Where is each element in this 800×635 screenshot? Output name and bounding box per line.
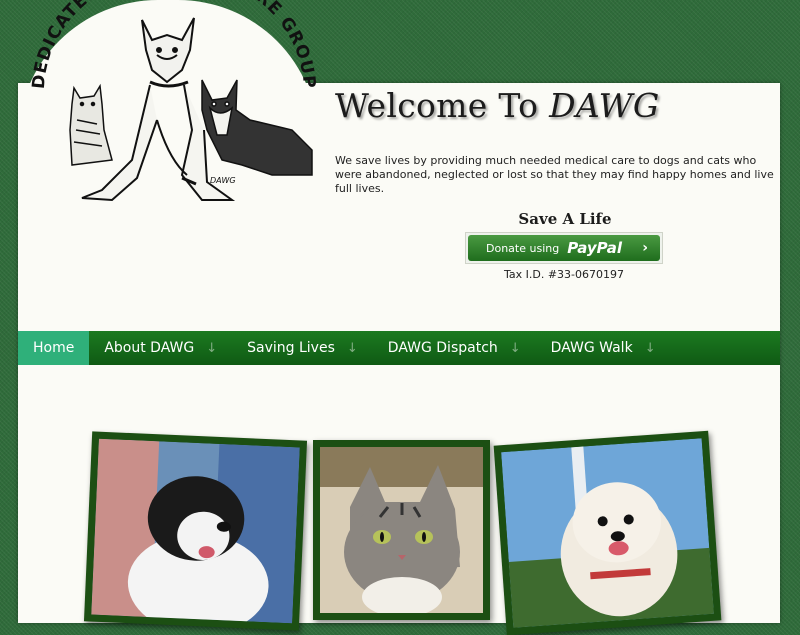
- photo-dog-black-white[interactable]: [83, 431, 308, 631]
- welcome-brand: DAWG: [549, 86, 660, 125]
- dawg-logo[interactable]: DEDICATED ANIMAL WELFARE GROUP: [22, 0, 322, 215]
- nav-label: About DAWG: [104, 340, 195, 356]
- nav-label: Home: [33, 340, 75, 356]
- dropdown-arrow-icon: ↓: [644, 340, 656, 356]
- dropdown-arrow-icon: ↓: [509, 340, 521, 356]
- nav-item-walk[interactable]: DAWG Walk ↓: [536, 331, 671, 365]
- logo-signature: DAWG: [210, 176, 236, 185]
- page-title: Welcome To DAWG: [335, 86, 660, 125]
- donate-heading: Save A Life: [518, 210, 612, 228]
- dropdown-arrow-icon: ↓: [346, 340, 358, 356]
- mission-statement: We save lives by providing much needed m…: [335, 154, 774, 195]
- donate-button-label: Donate using: [486, 241, 560, 255]
- photo-tabby-cat[interactable]: [313, 440, 490, 620]
- nav-item-about[interactable]: About DAWG ↓: [89, 331, 232, 365]
- nav-item-saving-lives[interactable]: Saving Lives ↓: [232, 331, 373, 365]
- chevron-right-icon: ›: [642, 240, 648, 256]
- welcome-text: Welcome To: [335, 86, 539, 125]
- nav-label: DAWG Walk: [550, 340, 633, 356]
- nav-item-dispatch[interactable]: DAWG Dispatch ↓: [373, 331, 536, 365]
- main-nav: Home About DAWG ↓ Saving Lives ↓ DAWG Di…: [18, 331, 780, 365]
- nav-label: Saving Lives: [247, 340, 335, 356]
- tax-id: Tax I.D. #33-0670197: [503, 268, 625, 281]
- paypal-donate-button[interactable]: Donate using PayPal ›: [465, 232, 663, 264]
- paypal-logo: PayPal: [567, 239, 622, 257]
- nav-label: DAWG Dispatch: [387, 340, 498, 356]
- photo-white-dog[interactable]: [493, 430, 722, 635]
- nav-item-home[interactable]: Home: [18, 331, 90, 365]
- dropdown-arrow-icon: ↓: [206, 340, 218, 356]
